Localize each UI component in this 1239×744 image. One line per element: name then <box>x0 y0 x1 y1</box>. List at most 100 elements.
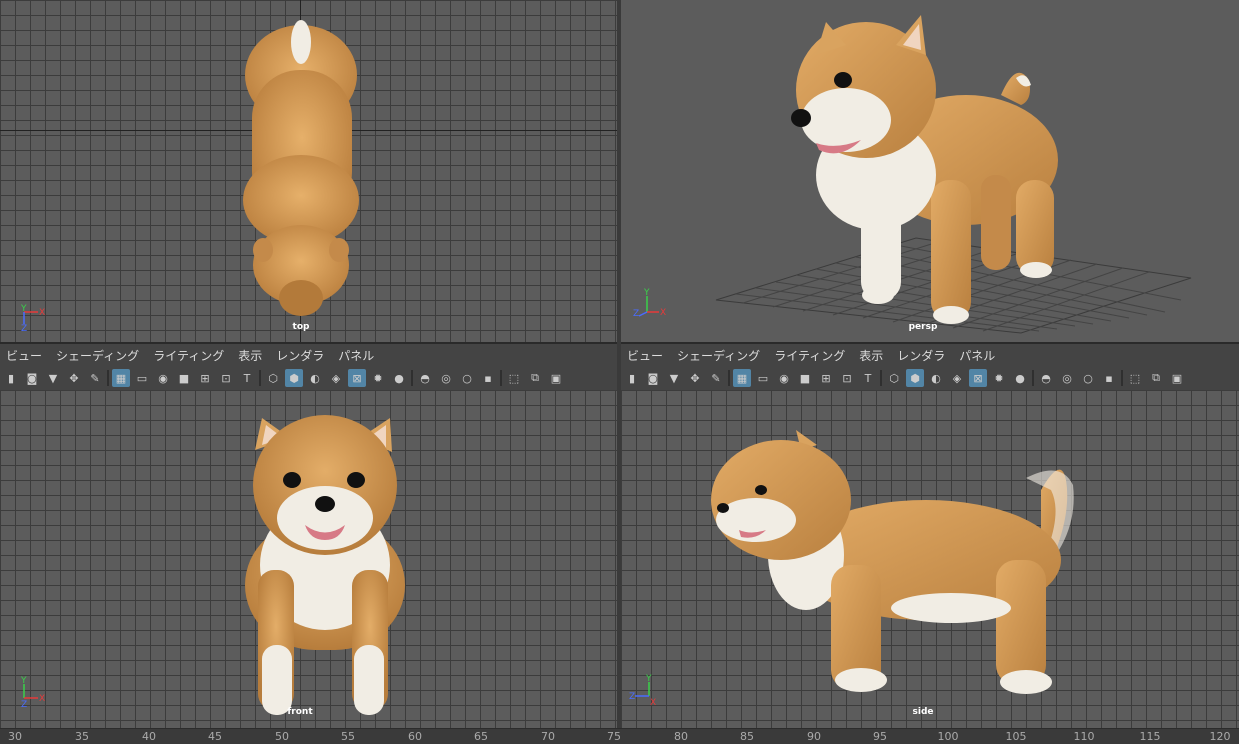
isolate-icon[interactable]: ✹ <box>369 369 387 387</box>
menu-lighting[interactable]: ライティング <box>153 347 224 364</box>
menu-view[interactable]: ビュー <box>627 347 663 364</box>
smooth-cube-icon[interactable]: ⬢ <box>906 369 924 387</box>
axis-gizmo-side: Y Z X <box>629 674 659 708</box>
lights-icon[interactable]: ◐ <box>306 369 324 387</box>
toggle-icon[interactable]: ◎ <box>1058 369 1076 387</box>
sphere-icon[interactable]: ◓ <box>416 369 434 387</box>
menu-renderer[interactable]: レンダラ <box>276 347 324 364</box>
layout-icon[interactable]: ⧉ <box>1147 369 1165 387</box>
film-gate-icon[interactable]: ▭ <box>754 369 772 387</box>
bookmark-icon[interactable]: ▼ <box>665 369 683 387</box>
wireframe-cube-icon[interactable]: ⬡ <box>885 369 903 387</box>
timeline-tick: 75 <box>607 730 621 743</box>
field-chart-icon[interactable]: ⊞ <box>196 369 214 387</box>
svg-text:Y: Y <box>20 304 27 314</box>
panel-menu-front: ビュー シェーディング ライティング 表示 レンダラ パネル <box>0 344 617 366</box>
timeline-tick: 55 <box>341 730 355 743</box>
svg-text:Z: Z <box>629 692 635 702</box>
svg-text:X: X <box>39 694 45 704</box>
grid-icon[interactable]: ▦ <box>112 369 130 387</box>
camera-attr-icon[interactable]: ● <box>390 369 408 387</box>
timeline-tick: 115 <box>1139 730 1161 743</box>
image-plane-icon[interactable]: ✥ <box>686 369 704 387</box>
select-icon[interactable]: ⬚ <box>1126 369 1144 387</box>
viewport-persp[interactable]: Y X Z persp <box>621 0 1239 342</box>
viewport-top[interactable]: X Z Y top <box>0 0 617 342</box>
timeline-tick: 60 <box>408 730 422 743</box>
box-icon[interactable]: ▪ <box>1100 369 1118 387</box>
toolbar-divider <box>411 370 413 386</box>
toolbar-divider <box>1121 370 1123 386</box>
camera-label-front: front <box>287 707 313 717</box>
toolbar-divider <box>728 370 730 386</box>
lights-icon[interactable]: ◐ <box>927 369 945 387</box>
panel-menu-side: ビュー シェーディング ライティング 表示 レンダラ パネル <box>621 344 1239 366</box>
safe-title-icon[interactable]: ⊡ <box>217 369 235 387</box>
box-icon[interactable]: ▪ <box>479 369 497 387</box>
pane-divider-vertical[interactable] <box>617 0 621 728</box>
time-slider[interactable]: 30 35 40 45 50 55 60 65 70 75 80 85 90 9… <box>0 728 1239 744</box>
image-plane-icon[interactable]: ✥ <box>65 369 83 387</box>
camera-label-side: side <box>912 707 934 717</box>
timeline-tick: 50 <box>275 730 289 743</box>
menu-panels[interactable]: パネル <box>338 347 374 364</box>
dog-model-persp[interactable] <box>621 0 1239 342</box>
resolution-gate-icon[interactable]: ◉ <box>154 369 172 387</box>
timeline-tick: 100 <box>937 730 959 743</box>
film-gate-icon[interactable]: ▭ <box>133 369 151 387</box>
panel-toolbar-side: ビュー シェーディング ライティング 表示 レンダラ パネル ▮ ◙ ▼ ✥ ✎… <box>621 344 1239 391</box>
camera-label-top: top <box>292 322 310 332</box>
camera-icon[interactable]: ▮ <box>623 369 641 387</box>
isolate-icon[interactable]: ✹ <box>990 369 1008 387</box>
xray-icon[interactable]: ⊠ <box>348 369 366 387</box>
wireframe-cube-icon[interactable]: ⬡ <box>264 369 282 387</box>
timeline-tick: 30 <box>8 730 22 743</box>
dog-model-side[interactable] <box>621 390 1239 728</box>
panel-icon[interactable]: ▣ <box>1168 369 1186 387</box>
panel-icon[interactable]: ▣ <box>547 369 565 387</box>
timeline-tick: 80 <box>674 730 688 743</box>
menu-show[interactable]: 表示 <box>238 347 262 364</box>
menu-view[interactable]: ビュー <box>6 347 42 364</box>
film-icon[interactable]: ◙ <box>23 369 41 387</box>
safe-title-icon[interactable]: ⊡ <box>838 369 856 387</box>
viewport-front[interactable]: Y X Z front <box>0 390 617 728</box>
menu-show[interactable]: 表示 <box>859 347 883 364</box>
toolbar-divider <box>1032 370 1034 386</box>
text-icon[interactable]: T <box>859 369 877 387</box>
pencil-icon[interactable]: ✎ <box>86 369 104 387</box>
camera-attr-icon[interactable]: ● <box>1011 369 1029 387</box>
layout-icon[interactable]: ⧉ <box>526 369 544 387</box>
smooth-cube-icon[interactable]: ⬢ <box>285 369 303 387</box>
shadows-icon[interactable]: ◈ <box>327 369 345 387</box>
menu-lighting[interactable]: ライティング <box>774 347 845 364</box>
safe-action-icon[interactable]: ■ <box>175 369 193 387</box>
ring-icon[interactable]: ○ <box>1079 369 1097 387</box>
camera-icon[interactable]: ▮ <box>2 369 20 387</box>
menu-renderer[interactable]: レンダラ <box>897 347 945 364</box>
timeline-tick: 120 <box>1209 730 1231 743</box>
bookmark-icon[interactable]: ▼ <box>44 369 62 387</box>
sphere-icon[interactable]: ◓ <box>1037 369 1055 387</box>
film-icon[interactable]: ◙ <box>644 369 662 387</box>
toggle-icon[interactable]: ◎ <box>437 369 455 387</box>
ring-icon[interactable]: ○ <box>458 369 476 387</box>
xray-icon[interactable]: ⊠ <box>969 369 987 387</box>
select-icon[interactable]: ⬚ <box>505 369 523 387</box>
menu-panels[interactable]: パネル <box>959 347 995 364</box>
shadows-icon[interactable]: ◈ <box>948 369 966 387</box>
dog-model-top[interactable] <box>0 0 617 342</box>
grid-icon[interactable]: ▦ <box>733 369 751 387</box>
text-icon[interactable]: T <box>238 369 256 387</box>
pencil-icon[interactable]: ✎ <box>707 369 725 387</box>
svg-text:X: X <box>39 308 45 318</box>
menu-shading[interactable]: シェーディング <box>56 347 139 364</box>
timeline-tick: 110 <box>1073 730 1095 743</box>
toolbar-divider <box>500 370 502 386</box>
field-chart-icon[interactable]: ⊞ <box>817 369 835 387</box>
viewport-side[interactable]: Y Z X side <box>621 390 1239 728</box>
menu-shading[interactable]: シェーディング <box>677 347 760 364</box>
resolution-gate-icon[interactable]: ◉ <box>775 369 793 387</box>
dog-model-front[interactable] <box>0 390 617 728</box>
safe-action-icon[interactable]: ■ <box>796 369 814 387</box>
